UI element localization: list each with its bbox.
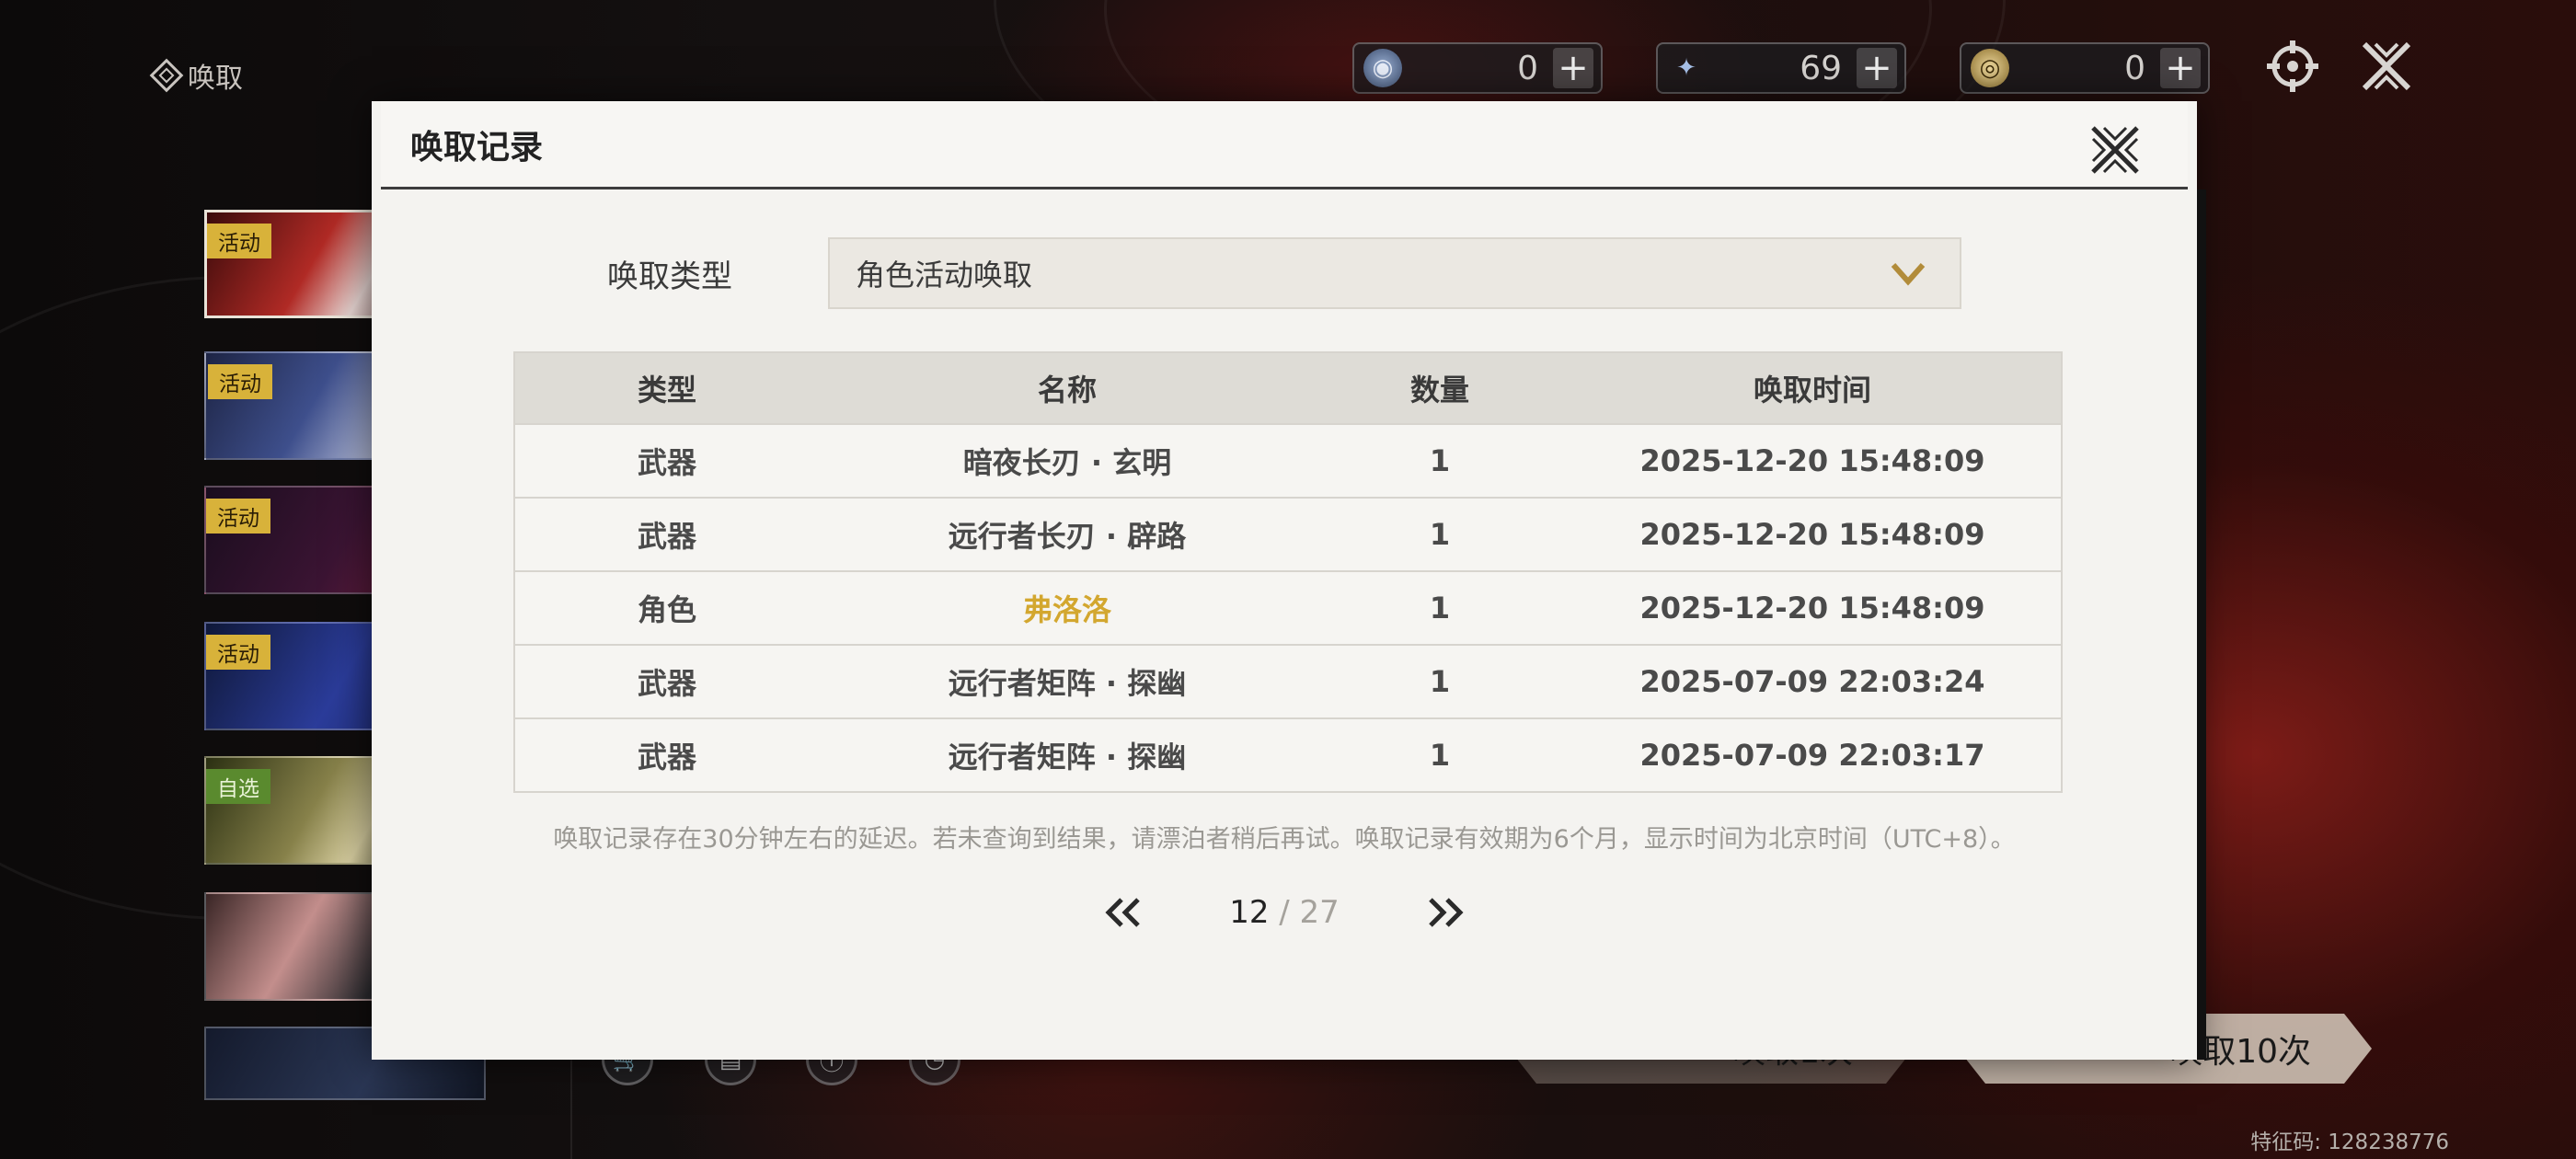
cell-type: 武器 — [637, 519, 696, 554]
cell-time: 2025-07-09 22:03:17 — [1639, 738, 1985, 773]
cell-type: 武器 — [637, 666, 696, 701]
filter-row: 唤取类型 角色活动唤取 — [604, 237, 1961, 309]
cell-quantity: 1 — [1429, 517, 1451, 552]
cell-quantity: 1 — [1429, 664, 1451, 699]
banner-tag: 活动 — [206, 635, 270, 670]
cell-time: 2025-07-09 22:03:24 — [1639, 664, 1985, 699]
add-currency-button[interactable]: + — [1553, 48, 1593, 88]
star-shard-icon: ✦ — [1676, 54, 1696, 82]
total-pages: 27 — [1299, 894, 1340, 931]
current-page: 12 — [1229, 894, 1270, 931]
chevron-down-icon — [1891, 263, 1926, 286]
table-row: 武器 远行者矩阵 · 探幽 1 2025-07-09 22:03:24 — [515, 644, 2061, 717]
column-header-name: 名称 — [1037, 373, 1097, 407]
cell-name: 暗夜长刃 · 玄明 — [962, 445, 1172, 480]
close-button[interactable] — [2083, 118, 2147, 182]
next-page-button[interactable] — [1418, 889, 1473, 935]
page-separator: / — [1269, 894, 1300, 931]
lustrous-tide-icon: ◎ — [1971, 49, 2009, 87]
target-icon[interactable] — [2263, 37, 2322, 96]
currency-value: 0 — [1517, 49, 1538, 87]
add-currency-button[interactable]: + — [2160, 48, 2201, 88]
column-header-quantity: 数量 — [1409, 373, 1469, 407]
pagination: 12 / 27 — [372, 883, 2197, 942]
banner-tag: 活动 — [206, 499, 270, 534]
currency-lustrous-tide: ◎ 0 + — [1960, 42, 2210, 94]
table-header: 类型 名称 数量 唤取时间 — [515, 353, 2061, 423]
currency-astrite: ◉ 0 + — [1352, 42, 1603, 94]
double-chevron-right-icon — [1429, 898, 1464, 927]
dropdown-value: 角色活动唤取 — [856, 258, 1033, 293]
column-header-type: 类型 — [637, 373, 696, 407]
cell-time: 2025-12-20 15:48:09 — [1639, 591, 1985, 625]
page-title: 唤取 — [149, 57, 243, 95]
page-indicator: 12 / 27 — [1151, 894, 1418, 931]
previous-page-button[interactable] — [1096, 889, 1151, 935]
table-row: 武器 远行者长刃 · 辟路 1 2025-12-20 15:48:09 — [515, 497, 2061, 570]
table-row: 武器 远行者矩阵 · 探幽 1 2025-07-09 22:03:17 — [515, 717, 2061, 791]
convene-icon — [149, 58, 184, 93]
cell-quantity: 1 — [1429, 443, 1451, 478]
cell-quantity: 1 — [1429, 591, 1451, 625]
convene-type-dropdown[interactable]: 角色活动唤取 — [828, 237, 1961, 309]
cell-name: 远行者矩阵 · 探幽 — [948, 666, 1187, 701]
cell-type: 武器 — [637, 445, 696, 480]
feature-code: 特征码: 128238776 — [2250, 1130, 2449, 1154]
cell-name: 弗洛洛 — [1022, 592, 1111, 627]
currency-star-shard: ✦ 69 + — [1656, 42, 1906, 94]
cell-type: 角色 — [637, 592, 696, 627]
banner-tag: 活动 — [207, 224, 271, 258]
cell-quantity: 1 — [1429, 738, 1451, 773]
banner-tag: 活动 — [208, 364, 272, 399]
cell-time: 2025-12-20 15:48:09 — [1639, 443, 1985, 478]
astrite-coin-icon: ◉ — [1363, 49, 1402, 87]
dialog-title: 唤取记录 — [410, 128, 544, 166]
cell-time: 2025-12-20 15:48:09 — [1639, 517, 1985, 552]
banner-tag: 自选 — [206, 769, 270, 804]
add-currency-button[interactable]: + — [1857, 48, 1897, 88]
cell-type: 武器 — [637, 740, 696, 775]
dialog-header: 唤取记录 — [381, 101, 2188, 189]
table-row: 武器 暗夜长刃 · 玄明 1 2025-12-20 15:48:09 — [515, 423, 2061, 497]
double-chevron-left-icon — [1105, 898, 1140, 927]
column-header-time: 唤取时间 — [1753, 373, 1871, 407]
convene-history-dialog: 唤取记录 唤取类型 角色活动唤取 类型 名称 数量 唤取时间 武器 暗夜长刃 ·… — [372, 101, 2206, 1060]
cell-name: 远行者长刃 · 辟路 — [948, 519, 1187, 554]
currency-value: 0 — [2124, 49, 2145, 87]
cell-name: 远行者矩阵 · 探幽 — [948, 740, 1187, 775]
table-row: 角色 弗洛洛 1 2025-12-20 15:48:09 — [515, 570, 2061, 644]
history-table: 类型 名称 数量 唤取时间 武器 暗夜长刃 · 玄明 1 2025-12-20 … — [513, 351, 2063, 793]
exit-icon[interactable] — [2357, 37, 2416, 96]
delay-notice: 唤取记录存在30分钟左右的延迟。若未查询到结果，请漂泊者稍后再试。唤取记录有效期… — [553, 825, 2016, 854]
currency-value: 69 — [1800, 49, 1842, 87]
close-icon — [2091, 126, 2139, 174]
filter-label: 唤取类型 — [607, 258, 732, 295]
